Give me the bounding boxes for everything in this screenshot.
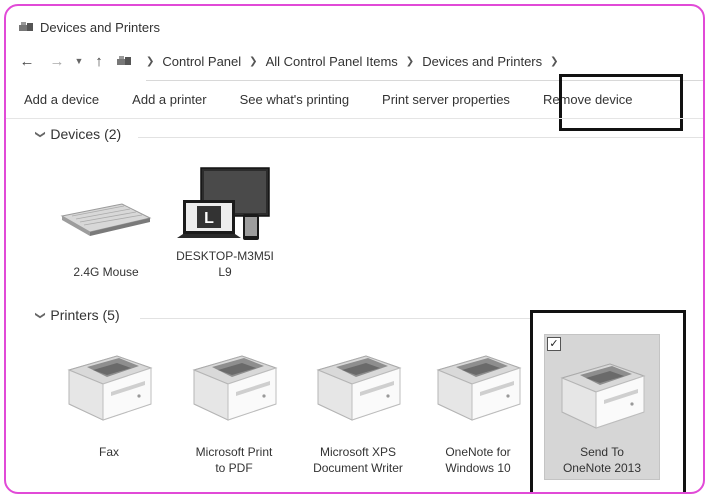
forward-arrow-icon[interactable]: → [48, 51, 66, 71]
device-item-desktop[interactable]: L DESKTOP-M3M5I L9 [170, 166, 280, 280]
device-label: DESKTOP-M3M5I L9 [176, 249, 274, 279]
keyboard-icon [60, 203, 152, 236]
add-printer-button[interactable]: Add a printer [132, 92, 206, 107]
see-whats-printing-button[interactable]: See what's printing [240, 92, 349, 107]
toolbar-divider [6, 118, 703, 119]
devices-printers-icon [19, 22, 33, 31]
remove-device-highlight-box [559, 74, 683, 131]
breadcrumb-separator-icon[interactable]: ❯ [249, 56, 257, 67]
print-server-properties-button[interactable]: Print server properties [382, 92, 510, 107]
recent-locations-chevron-icon[interactable]: ▼ [74, 51, 84, 71]
printer-label: Microsoft Print to PDF [195, 445, 273, 475]
printer-label: Microsoft XPS Document Writer [313, 445, 403, 475]
breadcrumb-devices-printers[interactable]: Devices and Printers [422, 54, 542, 69]
printer-item-fax[interactable]: Fax [54, 342, 164, 460]
printer-icon [59, 342, 159, 422]
printer-icon [308, 342, 408, 422]
printer-icon [184, 342, 284, 422]
devices-group-divider [138, 137, 703, 138]
printers-group-header[interactable]: ❯ Printers (5) [35, 307, 120, 323]
title-bar: Devices and Printers [18, 18, 160, 36]
printers-group-title: Printers (5) [50, 307, 120, 323]
add-device-button[interactable]: Add a device [24, 92, 99, 107]
device-item-mouse[interactable]: 2.4G Mouse [56, 186, 156, 280]
window-title: Devices and Printers [40, 19, 160, 35]
computer-icon: L [177, 167, 270, 240]
svg-text:L: L [204, 210, 214, 227]
printer-icon [428, 342, 528, 422]
collapse-chevron-icon[interactable]: ❯ [35, 311, 46, 319]
back-arrow-icon[interactable]: ← [18, 51, 36, 71]
breadcrumb-control-panel[interactable]: Control Panel [162, 54, 241, 69]
printer-label: OneNote for Windows 10 [445, 445, 511, 475]
printer-item-xps-writer[interactable]: Microsoft XPS Document Writer [298, 342, 418, 476]
breadcrumb-separator-icon[interactable]: ❯ [146, 56, 154, 67]
control-panel-icon [117, 56, 131, 65]
breadcrumb-separator-icon[interactable]: ❯ [550, 56, 558, 67]
up-arrow-icon[interactable]: ↑ [92, 51, 106, 71]
breadcrumb-separator-icon[interactable]: ❯ [406, 56, 414, 67]
devices-group-header[interactable]: ❯ Devices (2) [35, 126, 122, 142]
breadcrumb-all-items[interactable]: All Control Panel Items [266, 54, 398, 69]
printer-item-onenote-win10[interactable]: OneNote for Windows 10 [418, 342, 538, 476]
collapse-chevron-icon[interactable]: ❯ [35, 130, 46, 138]
send-to-onenote-highlight-box [530, 310, 686, 492]
device-label: 2.4G Mouse [73, 265, 139, 279]
devices-group-title: Devices (2) [50, 126, 122, 142]
address-bar: ← → ▼ ↑ ❯ Control Panel ❯ All Control Pa… [18, 50, 567, 72]
printer-label: Fax [98, 445, 119, 459]
printers-group-divider [140, 318, 530, 319]
printer-item-print-to-pdf[interactable]: Microsoft Print to PDF [174, 342, 294, 476]
devices-and-printers-window: Devices and Printers ← → ▼ ↑ ❯ Control P… [4, 4, 705, 494]
